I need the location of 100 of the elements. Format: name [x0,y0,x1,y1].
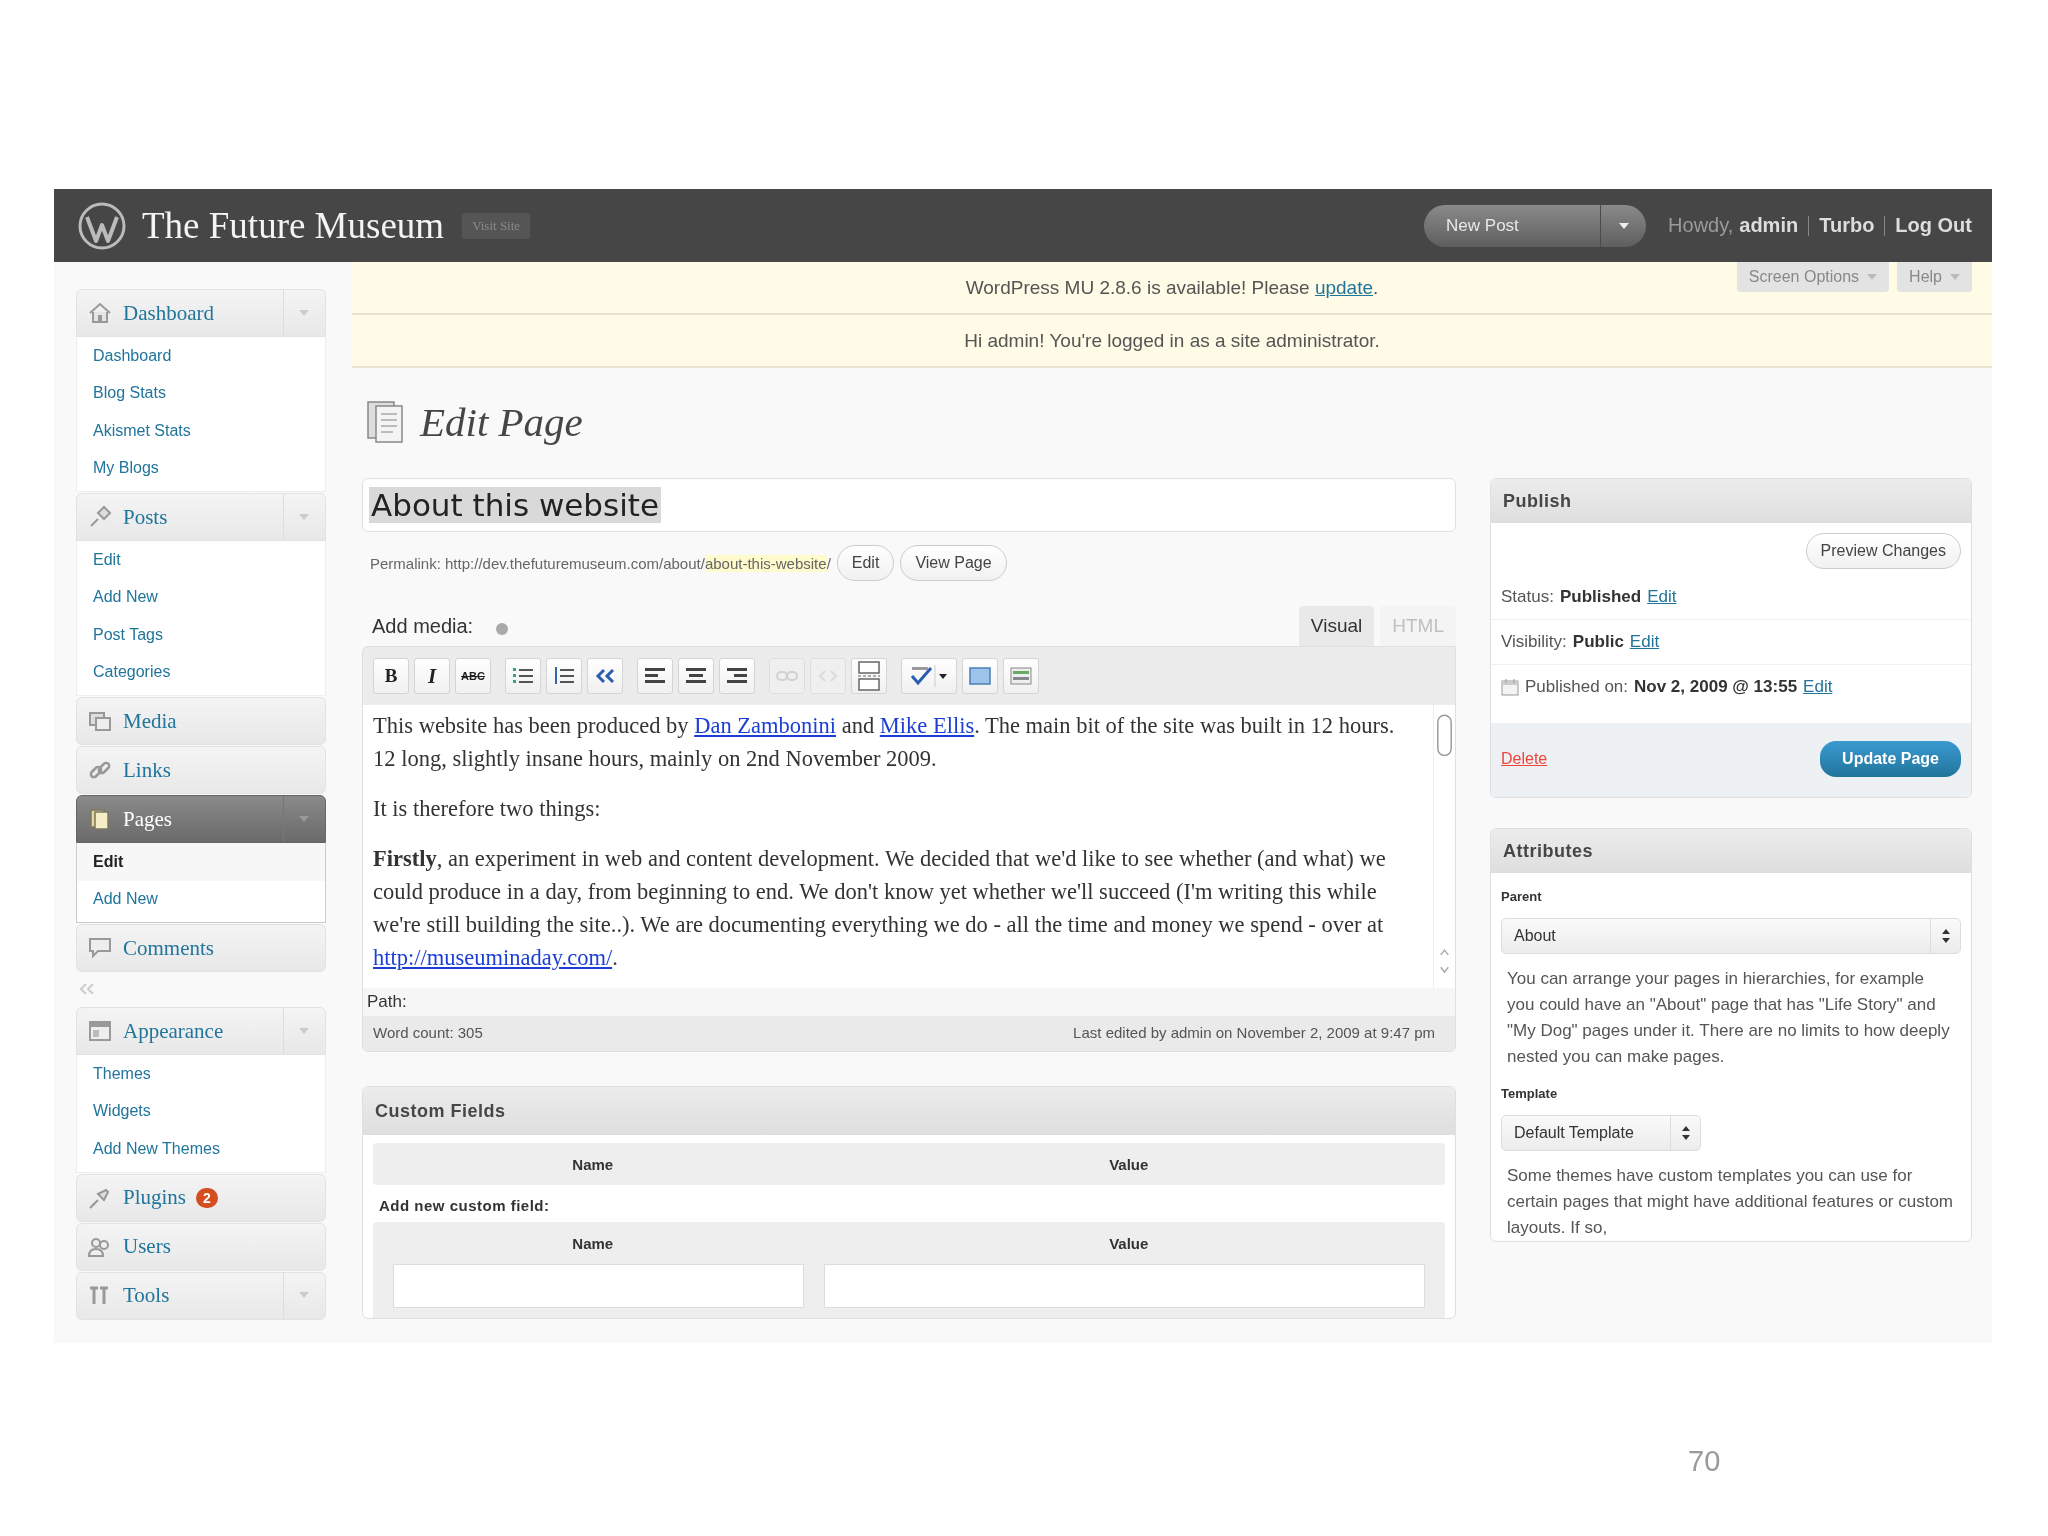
collapse-icon[interactable] [80,984,94,994]
edit-link[interactable]: Edit [1629,632,1660,652]
permalink-button[interactable]: Edit [836,545,895,581]
panel-title: Publish [1491,479,1971,523]
numbered-list-icon [554,667,574,685]
preview-changes-button[interactable]: Preview Changes [1805,533,1961,569]
spellcheck-icon [909,665,949,687]
edit-link[interactable]: Edit [1647,587,1677,607]
field-label: Published on: [1525,677,1629,697]
update-page-button[interactable]: Update Page [1820,741,1961,777]
caret-icon[interactable] [298,1292,311,1299]
title-field[interactable]: About this website [362,478,1456,532]
menu-item[interactable]: Dashboard [76,289,326,337]
align-right-icon [727,668,747,684]
screen-meta-tab[interactable]: Help [1897,262,1972,292]
column-header: Name [571,1155,615,1173]
fullscreen-icon [969,667,991,685]
name-input[interactable] [393,1264,805,1308]
select-field[interactable]: Default Template [1501,1115,1701,1151]
submenu-item[interactable]: Add New Themes [77,1130,325,1168]
greeting-text: Howdy, [1668,214,1734,237]
link[interactable]: Mike Ellis [879,713,975,738]
permalink-button[interactable]: View Page [900,545,1007,581]
caret-icon[interactable] [298,815,311,823]
bullet-list-icon [513,667,533,685]
delete-link[interactable]: Delete [1501,750,1548,768]
menu-item[interactable]: Media [76,697,326,745]
align-left-icon [645,668,665,684]
submenu-item[interactable]: Add New [77,578,325,616]
submenu-item[interactable]: Post Tags [77,616,325,654]
menu-item[interactable]: Links [76,746,326,794]
notice-text: Hi admin! You're logged in as a site administrator. [964,329,1380,352]
align-center-button[interactable] [678,658,714,694]
calendar-icon [1501,678,1519,696]
submenu-item[interactable]: Widgets [77,1092,325,1130]
menu-item[interactable]: Pages [76,795,326,843]
add-media-label: Add media: [372,615,474,639]
page-heading: Edit Page [420,398,583,446]
spellcheck-button[interactable] [901,658,957,694]
select-field[interactable]: About [1501,918,1961,954]
help-text: Some themes have custom templates you can use for certain pages that might have additional features or custom layouts. If so, [1506,1165,1955,1239]
screen-meta-tab[interactable]: Screen Options [1736,262,1890,292]
chain-link-icon [776,671,798,681]
field-label: Visibility: [1501,632,1567,652]
numbered-list-button[interactable] [546,658,582,694]
caret-icon[interactable] [298,513,311,521]
caret-icon[interactable] [298,1027,311,1035]
submenu-item[interactable]: Edit [77,541,325,579]
submenu-item[interactable]: Akismet Stats [77,412,325,450]
column-header: Name [571,1234,615,1252]
value-input[interactable] [824,1264,1425,1308]
menu-item[interactable]: Appearance [76,1007,326,1055]
header-link[interactable]: Turbo [1819,214,1875,237]
align-right-button[interactable] [719,658,755,694]
bold-button[interactable]: B [373,658,409,694]
menu-item[interactable]: Plugins 2 [76,1173,326,1222]
caret-icon[interactable] [298,309,311,317]
link[interactable]: Dan Zambonini [694,713,837,738]
updown-arrows-icon [1941,929,1950,943]
add-media-icon[interactable] [495,622,510,636]
link[interactable]: http://museuminaday.com/ [373,945,613,970]
kitchen-sink-button[interactable] [1003,658,1039,694]
window-icon [87,1018,113,1044]
username: admin [1739,214,1799,237]
align-left-button[interactable] [637,658,673,694]
menu-item[interactable]: Posts [76,493,326,541]
align-center-icon [686,668,706,684]
blockquote-button[interactable] [587,658,623,694]
bullet-list-button[interactable] [505,658,541,694]
column-header: Value [1108,1234,1150,1252]
field-value: Published [1559,587,1642,607]
submenu-item[interactable]: Blog Stats [77,374,325,412]
caret-icon [1950,274,1960,280]
strikethrough-button[interactable]: ABC [455,658,491,694]
menu-item[interactable]: Users [76,1222,326,1271]
italic-button[interactable]: I [414,658,450,694]
submenu-item[interactable]: Dashboard [77,337,325,375]
new-post-button[interactable]: New Post [1424,204,1647,247]
edit-link[interactable]: Edit [1803,677,1833,697]
submenu-item[interactable]: Categories [77,653,325,691]
submenu-item[interactable]: My Blogs [77,449,325,487]
toolbar-toggle-icon [1010,667,1032,685]
speech-bubble-icon [87,935,113,961]
menu-item[interactable]: Tools [76,1271,326,1320]
submenu-item[interactable]: Themes [77,1055,325,1093]
field-label: Parent [1500,888,1543,906]
page-break-icon [858,661,880,691]
help-text: You can arrange your pages in hierarchies, for example you could have an "About" page that has "Life Story" and "My Dog" pages under it. There are no limits to how deeply nested you can make pages. [1506,968,1951,1068]
column-header: Value [1108,1155,1150,1173]
paragraph: This website has been produced by Dan Zambonini and Mike Ellis. The main bit of the site was built in 12 hours. 12 long, slightly insane hours, mainly on 2nd November 2009. [373,712,1396,773]
field-value: Nov 2, 2009 @ 13:55 [1634,677,1798,697]
header-link[interactable]: Log Out [1895,214,1972,237]
site-title: The Future Museum [142,204,445,247]
fullscreen-button[interactable] [962,658,998,694]
menu-item[interactable]: Comments [76,924,326,972]
link[interactable]: update [1314,276,1373,298]
editor-tab[interactable]: Visual [1298,606,1375,646]
submenu-item[interactable]: Add New [77,880,325,918]
submenu-item[interactable]: Edit [77,843,325,881]
more-button[interactable] [851,658,887,694]
